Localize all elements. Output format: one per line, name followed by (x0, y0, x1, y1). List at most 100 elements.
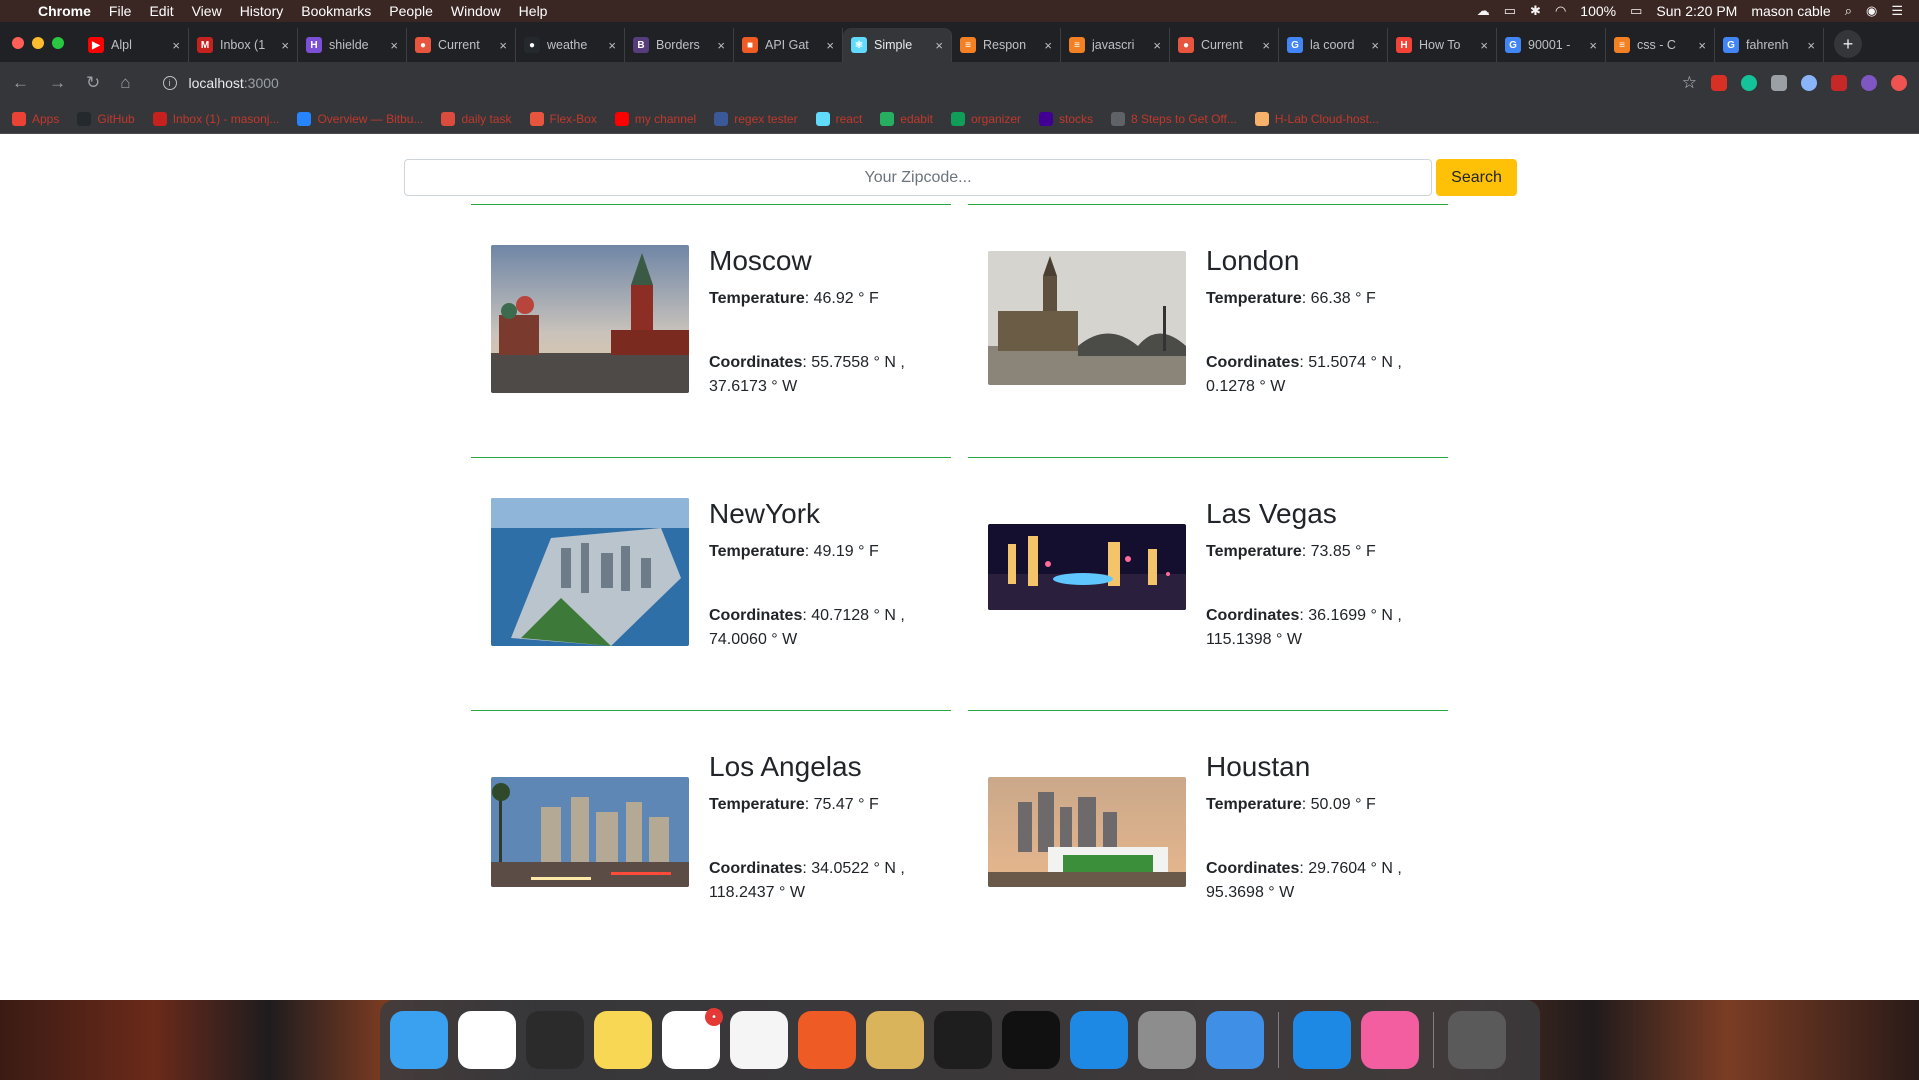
trash-icon[interactable] (1448, 1011, 1506, 1069)
extension-vue-icon[interactable] (1771, 75, 1787, 91)
close-tab-icon[interactable]: × (1371, 38, 1379, 53)
browser-tab[interactable]: Hshielde × (298, 28, 407, 62)
browser-tab[interactable]: B Borders × (625, 28, 734, 62)
sequel-pro-icon[interactable] (866, 1011, 924, 1069)
browser-tab[interactable]: ≡ javascri × (1061, 28, 1170, 62)
chrome-icon[interactable] (458, 1011, 516, 1069)
close-tab-icon[interactable]: × (499, 38, 507, 53)
extension-grammarly-icon[interactable] (1741, 75, 1757, 91)
menu-edit[interactable]: Edit (149, 3, 173, 19)
bookmark-item[interactable]: daily task (441, 111, 512, 126)
browser-tab[interactable]: M Inbox (1 × (189, 28, 298, 62)
extension-css-icon[interactable] (1831, 75, 1847, 91)
back-arrow-icon[interactable]: ← (12, 73, 29, 93)
new-tab-button[interactable]: + (1834, 30, 1862, 58)
bookmark-item[interactable]: my channel (614, 111, 696, 126)
bookmark-item[interactable]: Apps (12, 111, 59, 126)
bookmark-item[interactable]: H-Lab Cloud-host... (1254, 111, 1379, 126)
close-tab-icon[interactable]: × (1698, 38, 1706, 53)
calculator-icon[interactable] (1138, 1011, 1196, 1069)
battery-percent[interactable]: 100% (1580, 3, 1616, 19)
bluetooth-icon[interactable]: ✱ (1530, 3, 1541, 19)
zoom-window-button[interactable] (52, 37, 64, 49)
close-tab-icon[interactable]: × (172, 38, 180, 53)
bookmark-item[interactable]: Inbox (1) - masonj... (152, 111, 279, 126)
itunes-icon[interactable] (1361, 1011, 1419, 1069)
bookmark-item[interactable]: Flex-Box (529, 111, 597, 126)
terminal-icon[interactable] (934, 1011, 992, 1069)
close-tab-icon[interactable]: × (1044, 38, 1052, 53)
browser-tab[interactable]: ≡ css - C × (1606, 28, 1715, 62)
site-info-icon[interactable]: i (162, 76, 177, 90)
browser-tab[interactable]: Gla coord × (1279, 28, 1388, 62)
browser-tab[interactable]: ≡ Respon × (952, 28, 1061, 62)
bookmark-item[interactable]: react (815, 111, 862, 126)
bookmark-item[interactable]: stocks (1039, 111, 1093, 126)
battery-icon[interactable]: ▭ (1630, 3, 1642, 19)
quicktime-icon[interactable] (526, 1011, 584, 1069)
bookmark-item[interactable]: organizer (950, 111, 1021, 126)
browser-tab[interactable]: Gfahrenh × (1715, 28, 1824, 62)
profile-avatar[interactable] (1861, 75, 1877, 91)
browser-tab[interactable]: ● weathe × (516, 28, 625, 62)
notification-center-icon[interactable]: ☰ (1891, 3, 1903, 19)
extension-misc-icon[interactable] (1891, 75, 1907, 91)
notes-icon[interactable] (594, 1011, 652, 1069)
spotlight-icon[interactable]: ⌕ (1845, 3, 1852, 19)
menubar-clock[interactable]: Sun 2:20 PM (1656, 3, 1737, 19)
menu-help[interactable]: Help (519, 3, 548, 19)
slack-icon[interactable]: • (662, 1008, 723, 1069)
address-bar[interactable]: i localhost:3000 (162, 75, 279, 91)
close-tab-icon[interactable]: × (281, 38, 289, 53)
close-tab-icon[interactable]: × (608, 38, 616, 53)
xcode-icon[interactable] (1206, 1011, 1264, 1069)
forward-arrow-icon[interactable]: → (49, 73, 66, 93)
close-tab-icon[interactable]: × (1153, 38, 1161, 53)
reload-icon[interactable]: ↻ (86, 73, 100, 93)
menu-history[interactable]: History (240, 3, 284, 19)
menu-file[interactable]: File (109, 3, 132, 19)
close-tab-icon[interactable]: × (1807, 38, 1815, 53)
vscode-icon[interactable] (1070, 1011, 1128, 1069)
browser-tab[interactable]: ▶ Alpl × (80, 28, 189, 62)
bookmark-item[interactable]: regex tester (714, 111, 798, 126)
extension-adblock-icon[interactable] (1711, 75, 1727, 91)
bookmark-star-icon[interactable]: ☆ (1682, 73, 1697, 93)
menu-app-name[interactable]: Chrome (38, 3, 91, 19)
menu-people[interactable]: People (389, 3, 433, 19)
postman-icon[interactable] (798, 1011, 856, 1069)
menu-window[interactable]: Window (451, 3, 501, 19)
browser-tab[interactable]: H How To × (1388, 28, 1497, 62)
bookmark-item[interactable]: edabit (880, 111, 933, 126)
bookmark-item[interactable]: 8 Steps to Get Off... (1111, 111, 1237, 126)
minimize-window-button[interactable] (32, 37, 44, 49)
close-tab-icon[interactable]: × (935, 38, 943, 53)
siri-icon[interactable]: ◉ (1866, 3, 1877, 19)
airplay-icon[interactable]: ▭ (1504, 3, 1516, 19)
bookmark-item[interactable]: GitHub (77, 111, 135, 126)
finder-icon[interactable] (390, 1011, 448, 1069)
close-window-button[interactable] (12, 37, 24, 49)
browser-tab[interactable]: ■ API Gat × (734, 28, 843, 62)
menu-view[interactable]: View (192, 3, 222, 19)
terminal-2-icon[interactable] (1002, 1011, 1060, 1069)
news-icon[interactable] (730, 1011, 788, 1069)
close-tab-icon[interactable]: × (1262, 38, 1270, 53)
close-tab-icon[interactable]: × (390, 38, 398, 53)
browser-tab[interactable]: ⚛ Simple × (843, 28, 952, 62)
browser-tab[interactable]: ● Current × (407, 28, 516, 62)
zipcode-input[interactable] (404, 159, 1432, 196)
home-icon[interactable]: ⌂ (120, 73, 130, 93)
wifi-icon[interactable]: ◠ (1555, 3, 1566, 19)
cloud-icon[interactable]: ☁ (1477, 3, 1490, 19)
close-tab-icon[interactable]: × (717, 38, 725, 53)
menubar-user[interactable]: mason cable (1751, 3, 1830, 19)
browser-tab[interactable]: G 90001 - × (1497, 28, 1606, 62)
vscode-insiders-icon[interactable] (1293, 1011, 1351, 1069)
search-button[interactable]: Search (1436, 159, 1517, 196)
extension-react-devtools-icon[interactable] (1801, 75, 1817, 91)
browser-tab[interactable]: ● Current × (1170, 28, 1279, 62)
close-tab-icon[interactable]: × (1480, 38, 1488, 53)
menu-bookmarks[interactable]: Bookmarks (301, 3, 371, 19)
bookmark-item[interactable]: Overview — Bitbu... (297, 111, 423, 126)
